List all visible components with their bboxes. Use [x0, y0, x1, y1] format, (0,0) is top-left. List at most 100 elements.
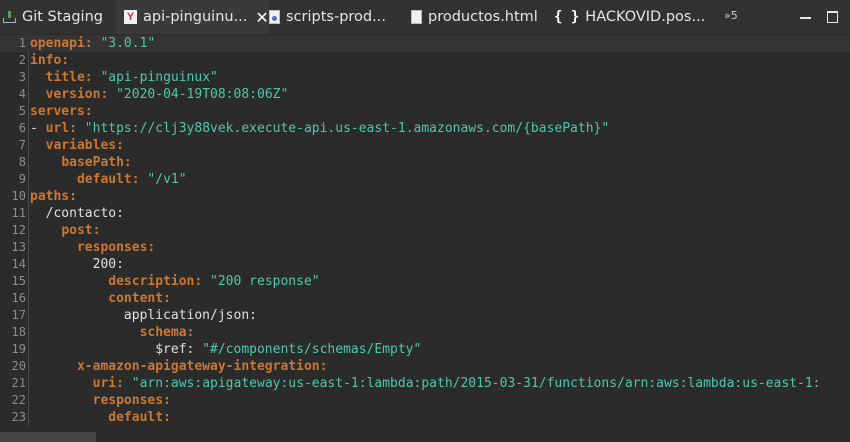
code-line[interactable]: 15 description: "200 response": [0, 273, 850, 290]
code-line[interactable]: 8 basePath:: [0, 154, 850, 171]
line-number: 3: [18, 70, 26, 84]
code-line[interactable]: 18 schema:: [0, 324, 850, 341]
tab-scripts-prod[interactable]: scripts-prod...: [263, 0, 409, 34]
code-line[interactable]: 17 application/json:: [0, 307, 850, 324]
yaml-text: [30, 410, 108, 425]
code-text: default:: [30, 409, 171, 426]
yaml-text: -: [30, 121, 46, 136]
code-line[interactable]: 14 200:: [0, 256, 850, 273]
yaml-key: info:: [30, 53, 70, 68]
yaml-text: 200:: [30, 257, 124, 272]
tab-hackovid[interactable]: { } HACKOVID.pos...: [554, 0, 714, 34]
code-line[interactable]: 9 default: "/v1": [0, 171, 850, 188]
yaml-text: [30, 274, 108, 289]
yaml-string: "arn:aws:apigateway:us-east-1:lambda:pat…: [123, 376, 821, 391]
code-text: default: "/v1": [30, 171, 187, 188]
line-number: 15: [11, 274, 26, 288]
tab-overflow-button[interactable]: »5: [724, 9, 738, 22]
tab-git-staging[interactable]: Git Staging: [0, 0, 117, 34]
code-line[interactable]: 1 openapi: "3.0.1": [0, 35, 850, 52]
yaml-key: url:: [45, 121, 77, 136]
maximize-icon[interactable]: [827, 11, 838, 23]
code-line[interactable]: 6 - url: "https://clj3y88vek.execute-api.…: [0, 120, 850, 137]
yaml-string: "200 response": [202, 274, 320, 289]
yaml-key: uri:: [92, 376, 124, 391]
yaml-text: application/json:: [30, 308, 257, 323]
line-number: 10: [11, 189, 26, 203]
line-number: 13: [11, 240, 26, 254]
code-text: version: "2020-04-19T08:08:06Z": [30, 86, 289, 103]
code-text: basePath:: [30, 154, 132, 171]
code-line[interactable]: 16 content:: [0, 290, 850, 307]
yaml-text: [30, 240, 77, 255]
yaml-key: default:: [108, 410, 171, 425]
yaml-key: default:: [76, 172, 140, 187]
code-line[interactable]: 3 title: "api-pinguinux": [0, 69, 850, 86]
horizontal-scrollbar[interactable]: [0, 426, 850, 442]
code-line[interactable]: 2 info:: [0, 52, 850, 69]
code-text: content:: [30, 290, 171, 307]
yaml-key: responses:: [92, 393, 171, 408]
yaml-string: "/v1": [139, 172, 187, 187]
tab-label: productos.html: [428, 9, 538, 25]
code-text: description: "200 response": [30, 273, 320, 290]
line-number: 11: [11, 206, 26, 220]
yaml-key: description:: [108, 274, 203, 289]
line-number: 22: [11, 393, 26, 407]
yaml-key: servers:: [30, 104, 93, 119]
line-number: 23: [11, 410, 26, 424]
code-line[interactable]: 20 x-amazon-apigateway-integration:: [0, 358, 850, 375]
yaml-text: [30, 70, 46, 85]
code-line[interactable]: 4 version: "2020-04-19T08:08:06Z": [0, 86, 850, 103]
code-text: application/json:: [30, 307, 257, 324]
tab-api-pinguinux[interactable]: Y api-pinguinu... ✕: [116, 0, 269, 34]
code-text: x-amazon-apigateway-integration:: [30, 358, 327, 375]
code-text: paths:: [30, 188, 77, 205]
code-line[interactable]: 22 responses:: [0, 392, 850, 409]
code-line[interactable]: 21 uri: "arn:aws:apigateway:us-east-1:la…: [0, 375, 850, 392]
code-line[interactable]: 13 responses:: [0, 239, 850, 256]
tab-productos-html[interactable]: productos.html: [408, 0, 551, 34]
yaml-key: version:: [45, 87, 109, 102]
code-text: responses:: [30, 239, 155, 256]
tab-label: HACKOVID.pos...: [585, 9, 706, 25]
code-line[interactable]: 7 variables:: [0, 137, 850, 154]
code-line[interactable]: 5 servers:: [0, 103, 850, 120]
line-number: 7: [18, 138, 26, 152]
window-controls: [800, 0, 838, 34]
yaml-key: responses:: [76, 240, 156, 255]
scrollbar-thumb[interactable]: [0, 432, 96, 442]
yaml-text: [30, 172, 77, 187]
yaml-file-icon: Y: [124, 10, 137, 24]
yaml-key: content:: [108, 291, 171, 306]
line-number: 9: [18, 172, 26, 186]
code-line[interactable]: 11 /contacto:: [0, 205, 850, 222]
line-number: 16: [11, 291, 26, 305]
line-number: 14: [11, 257, 26, 271]
line-number: 18: [11, 325, 26, 339]
yaml-key: openapi:: [30, 36, 93, 51]
yaml-key: basePath:: [61, 155, 132, 170]
line-number: 6: [18, 121, 26, 135]
code-line[interactable]: 10 paths:: [0, 188, 850, 205]
line-number: 8: [18, 155, 26, 169]
code-editor[interactable]: 1 openapi: "3.0.1" 2 info: 3 title: "api-pin…: [0, 34, 850, 426]
code-line[interactable]: 23 default:: [0, 409, 850, 426]
code-text: schema:: [30, 324, 195, 341]
yaml-text: [30, 291, 108, 306]
code-text: openapi: "3.0.1": [30, 35, 155, 52]
code-line[interactable]: 12 post:: [0, 222, 850, 239]
minimize-icon[interactable]: [800, 17, 811, 19]
html-file-icon: [411, 10, 422, 24]
tab-label: api-pinguinu...: [143, 9, 248, 25]
code-text: /contacto:: [30, 205, 124, 222]
line-number: 12: [11, 223, 26, 237]
tab-label: Git Staging: [22, 9, 103, 25]
code-text: - url: "https://clj3y88vek.execute-api.u…: [30, 120, 609, 137]
editor-tab-bar: Git Staging Y api-pinguinu... ✕ scripts-…: [0, 0, 850, 35]
code-line[interactable]: 19 $ref: "#/components/schemas/Empty": [0, 341, 850, 358]
code-text: $ref: "#/components/schemas/Empty": [30, 341, 421, 358]
yaml-string: "2020-04-19T08:08:06Z": [108, 87, 289, 102]
yaml-key: paths:: [30, 189, 77, 204]
code-text: variables:: [30, 137, 124, 154]
